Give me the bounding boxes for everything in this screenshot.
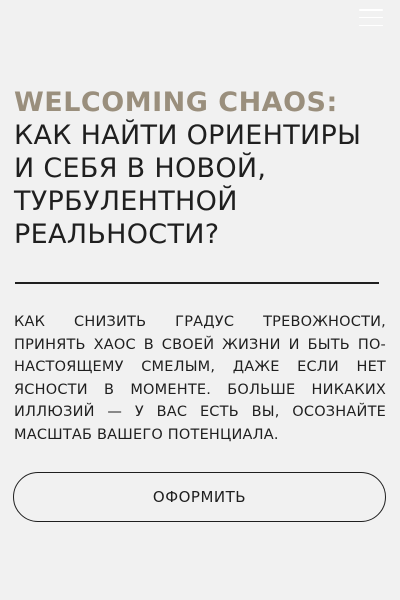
menu-line — [359, 9, 383, 11]
title-accent: WELCOMING CHAOS: — [14, 87, 338, 118]
order-button[interactable]: ОФОРМИТЬ — [13, 472, 386, 522]
landing-page: WELCOMING CHAOS: КАК НАЙТИ ОРИЕНТИРЫ И С… — [0, 0, 400, 600]
title-main: КАК НАЙТИ ОРИЕНТИРЫ И СЕБЯ В НОВОЙ, ТУРБ… — [14, 120, 362, 250]
hamburger-menu-icon[interactable] — [359, 9, 383, 26]
menu-line — [359, 24, 383, 26]
page-title: WELCOMING CHAOS: КАК НАЙТИ ОРИЕНТИРЫ И С… — [14, 86, 384, 251]
description-text: КАК СНИЗИТЬ ГРАДУС ТРЕВОЖНОСТИ, ПРИНЯТЬ … — [14, 314, 386, 443]
divider — [15, 282, 379, 284]
menu-line — [359, 16, 383, 19]
